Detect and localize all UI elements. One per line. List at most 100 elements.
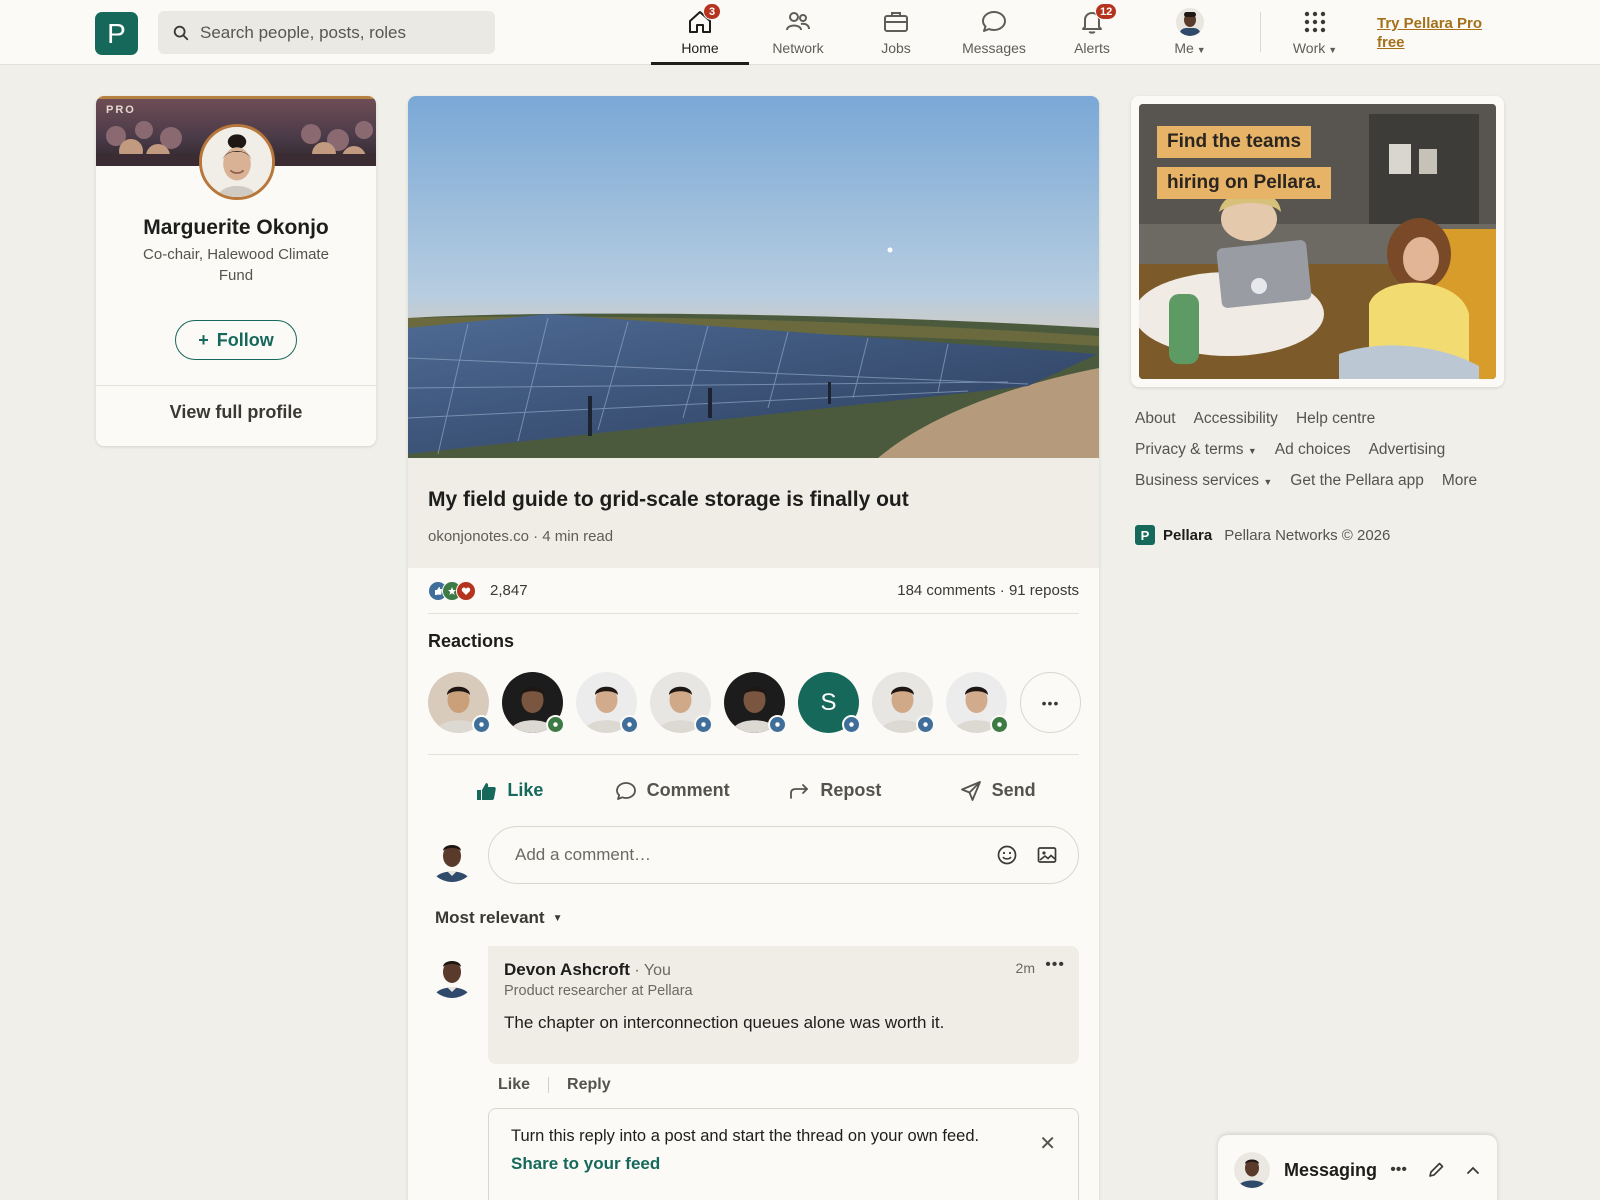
comment-you-tag: · You xyxy=(634,962,671,979)
post-link-preview[interactable]: My field guide to grid-scale storage is … xyxy=(408,458,1099,568)
thumbs-up-icon xyxy=(477,782,497,800)
nav-jobs[interactable]: Jobs xyxy=(847,0,945,64)
footer-link-get-app[interactable]: Get the Pellara app xyxy=(1290,472,1424,490)
profile-name[interactable]: Marguerite Okonjo xyxy=(96,216,376,240)
footer-link-help-centre[interactable]: Help centre xyxy=(1296,410,1375,428)
follow-button[interactable]: + Follow xyxy=(175,320,297,360)
nav-network[interactable]: Network xyxy=(749,0,847,64)
nav-messages-label: Messages xyxy=(962,40,1026,56)
nav-messages[interactable]: Messages xyxy=(945,0,1043,64)
footer-link-business-services[interactable]: Business services ▼ xyxy=(1135,472,1272,490)
profile-card: PRO Marguerite Okonjo Co-chair, Halewood… xyxy=(96,96,376,446)
promo-card[interactable]: Find the teams hiring on Pellara. xyxy=(1131,96,1504,387)
comment-button-label: Comment xyxy=(646,780,730,800)
search-icon xyxy=(173,25,189,40)
network-icon xyxy=(786,12,810,31)
share-reply-tip: Turn this reply into a post and start th… xyxy=(488,1108,1079,1200)
reaction-summary-icons[interactable] xyxy=(428,580,476,601)
brand-name: Pellara xyxy=(1163,526,1213,544)
footer-link-about[interactable]: About xyxy=(1135,410,1176,428)
avatar xyxy=(1176,8,1204,36)
more-reactors-button[interactable]: ••• xyxy=(1020,672,1081,733)
reactor-initial: S xyxy=(820,688,837,716)
chevron-up-icon[interactable] xyxy=(1465,1162,1481,1178)
comment-input[interactable] xyxy=(515,845,965,865)
comment-text: The chapter on interconnection queues al… xyxy=(504,1013,945,1032)
search-input[interactable] xyxy=(200,22,480,43)
view-full-profile-link[interactable]: View full profile xyxy=(96,402,376,423)
promo-image[interactable]: Find the teams hiring on Pellara. xyxy=(1139,104,1496,379)
comment-reply-button[interactable]: Reply xyxy=(567,1076,611,1094)
chevron-down-icon: ▼ xyxy=(1196,45,1206,55)
briefcase-icon xyxy=(884,12,908,32)
nav-alerts-label: Alerts xyxy=(1074,40,1110,56)
comment-repost-counts[interactable]: 184 comments · 91 reposts xyxy=(897,582,1079,599)
comment-like-button[interactable]: Like xyxy=(498,1076,530,1094)
nav-home[interactable]: 3 Home xyxy=(651,0,749,65)
like-reaction-icon xyxy=(620,715,639,734)
pellara-mini-logo: P xyxy=(1135,525,1155,545)
profile-headline: Co-chair, Halewood Climate Fund xyxy=(143,246,329,284)
search-box[interactable] xyxy=(158,11,495,54)
primary-nav: 3 Home Network Jobs Messages 12 Alerts M… xyxy=(651,0,1239,65)
reactor-avatar[interactable] xyxy=(724,672,787,734)
nav-me[interactable]: Me ▼ xyxy=(1141,0,1239,64)
repost-button[interactable]: Repost xyxy=(754,755,917,826)
plus-icon: + xyxy=(198,329,209,350)
more-options-icon: ••• xyxy=(1041,694,1060,711)
reactor-avatar[interactable] xyxy=(576,672,639,734)
reactions-heading: Reactions xyxy=(428,631,515,651)
post-link-image[interactable] xyxy=(408,96,1099,458)
footer-link-accessibility[interactable]: Accessibility xyxy=(1194,410,1278,428)
profile-avatar[interactable] xyxy=(199,124,275,200)
nav-alerts[interactable]: 12 Alerts xyxy=(1043,0,1141,64)
tip-text: Turn this reply into a post and start th… xyxy=(511,1127,980,1145)
footer-link-ad-choices[interactable]: Ad choices xyxy=(1275,441,1351,459)
emoji-icon[interactable] xyxy=(996,844,1018,866)
more-options-icon[interactable]: ••• xyxy=(1045,956,1065,974)
comment-composer xyxy=(428,826,1079,886)
try-pro-link[interactable]: Try Pellara Pro free xyxy=(1377,14,1497,52)
divider xyxy=(96,385,376,386)
pellara-logo[interactable]: P xyxy=(95,12,138,55)
top-navigation-bar: P 3 Home Network Jobs Messages 12 Alerts xyxy=(0,0,1600,65)
close-icon[interactable]: ✕ xyxy=(1039,1131,1056,1156)
comment-author-name[interactable]: Devon Ashcroft xyxy=(504,960,630,979)
reactor-avatars: S ••• xyxy=(428,672,1081,734)
footer-link-more[interactable]: More xyxy=(1442,472,1477,490)
celebrate-reaction-icon xyxy=(990,715,1009,734)
post-link-title[interactable]: My field guide to grid-scale storage is … xyxy=(428,488,909,512)
comment-sort-dropdown[interactable]: Most relevant ▼ xyxy=(435,908,563,928)
chat-icon xyxy=(982,11,1006,32)
compose-icon[interactable] xyxy=(1427,1161,1445,1179)
love-reaction-icon xyxy=(456,580,476,601)
chevron-down-icon: ▼ xyxy=(1328,45,1338,55)
comment-input-box[interactable] xyxy=(488,826,1079,884)
reactor-avatar[interactable] xyxy=(650,672,713,734)
pro-tag: PRO xyxy=(106,104,136,116)
chevron-down-icon: ▼ xyxy=(1263,477,1273,487)
reactor-avatar[interactable]: S xyxy=(798,672,861,734)
comment-button[interactable]: Comment xyxy=(591,755,754,826)
comment-author-avatar[interactable] xyxy=(428,950,476,998)
avatar xyxy=(1234,1152,1270,1188)
comment-actions: Like Reply xyxy=(498,1076,611,1094)
nav-work[interactable]: Work ▼ xyxy=(1266,0,1364,64)
send-button[interactable]: Send xyxy=(916,755,1079,826)
reactor-avatar[interactable] xyxy=(872,672,935,734)
image-icon[interactable] xyxy=(1036,844,1058,866)
reactor-avatar[interactable] xyxy=(502,672,565,734)
reaction-count[interactable]: 2,847 xyxy=(490,582,528,599)
footer-link-privacy-terms[interactable]: Privacy & terms ▼ xyxy=(1135,441,1257,459)
reactor-avatar[interactable] xyxy=(428,672,491,734)
footer-link-advertising[interactable]: Advertising xyxy=(1369,441,1446,459)
comment-timestamp: 2m xyxy=(1015,960,1035,976)
reactor-avatar[interactable] xyxy=(946,672,1009,734)
post-link-source: okonjonotes.co · 4 min read xyxy=(428,528,614,545)
messaging-dock[interactable]: Messaging ••• xyxy=(1218,1135,1497,1200)
more-options-icon[interactable]: ••• xyxy=(1390,1161,1407,1179)
like-button[interactable]: Like xyxy=(428,755,591,826)
share-to-feed-link[interactable]: Share to your feed xyxy=(511,1154,1056,1174)
nav-network-label: Network xyxy=(772,40,824,56)
send-button-label: Send xyxy=(991,780,1036,800)
